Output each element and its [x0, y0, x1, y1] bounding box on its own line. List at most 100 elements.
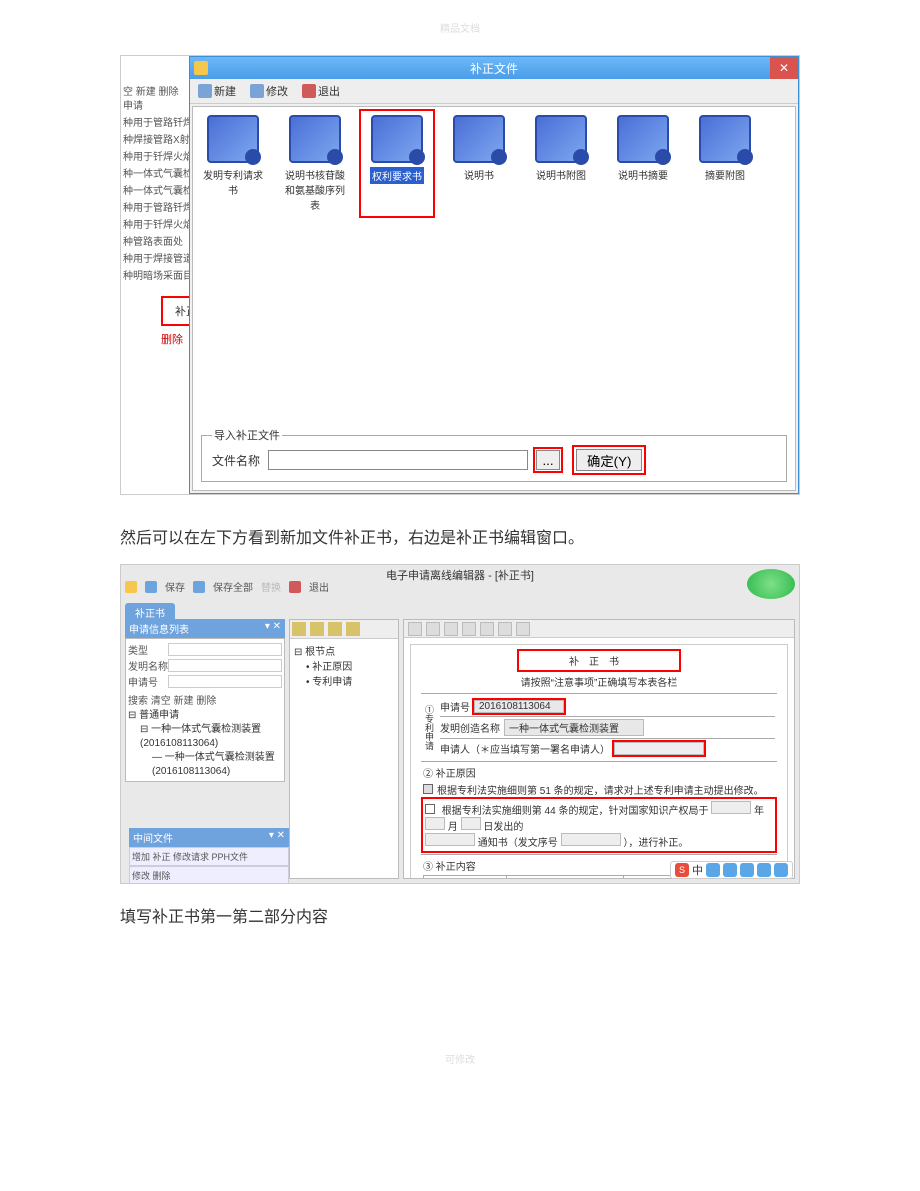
save-button[interactable]: 保存 — [165, 579, 185, 594]
invname-key: 发明创造名称 — [440, 720, 500, 735]
list-item: 种一体式气囊检 — [121, 181, 191, 198]
exit-button[interactable]: 退出 — [296, 81, 346, 101]
section2: ② 补正原因 根据专利法实施细则第 51 条的规定，请求对上述专利申请主动提出修… — [421, 761, 777, 854]
replace-button: 替换 — [261, 579, 281, 594]
ime-icon[interactable] — [740, 863, 754, 877]
list-tools[interactable]: 搜索 清空 新建 删除 — [128, 690, 282, 709]
tool-icon[interactable] — [292, 622, 306, 636]
exit-icon — [302, 84, 316, 98]
year-field[interactable] — [711, 801, 751, 814]
redo-icon[interactable] — [480, 622, 494, 636]
reason-rule44-a: 根据专利法实施细则第 44 条的规定，针对国家知识产权局于 — [442, 806, 709, 817]
invname-value[interactable]: 一种一体式气囊检测装置 — [504, 719, 644, 736]
screenshot-editor: 电子申请离线编辑器 - [补正书] 保存 保存全部 替换 退出 补正书 申请信息… — [120, 564, 800, 884]
pane-controls[interactable]: ▾ ✕ — [265, 621, 281, 636]
pane-controls[interactable]: ▾ ✕ — [269, 830, 285, 845]
ime-icon[interactable] — [723, 863, 737, 877]
cut-icon[interactable] — [408, 622, 422, 636]
ok-button[interactable]: 确定(Y) — [576, 449, 642, 471]
reason-rule51: 根据专利法实施细则第 51 条的规定，请求对上述专利申请主动提出修改。 — [437, 786, 764, 797]
file-type-card[interactable]: 摘要附图 — [693, 115, 757, 212]
checkbox[interactable] — [423, 784, 433, 794]
ime-icon[interactable] — [774, 863, 788, 877]
txt: ），进行补正。 — [623, 838, 688, 849]
tool-icon[interactable] — [346, 622, 360, 636]
section1-label: ①专利申请 — [423, 705, 436, 750]
application-tree[interactable]: ⊟ 普通申请 ⊟ 一种一体式气囊检测装置(2016108113064) — 一种… — [128, 709, 282, 779]
bg-app-list: 申请 种用于管路钎焊 种焊接管路X射 种用于钎焊火焰 种一体式气囊检 种一体式气… — [121, 96, 191, 283]
middle-files-toolbar[interactable]: 增加 补正 修改请求 PPH文件 — [129, 847, 289, 866]
form-subtitle: 请按照“注意事项”正确填写本表各栏 — [421, 674, 777, 689]
form-title: 补正书 — [519, 651, 679, 670]
pane-header: 中间文件 ▾ ✕ — [129, 828, 289, 847]
new-button[interactable]: 新建 — [192, 81, 242, 101]
edit-label: 修改 — [266, 83, 288, 99]
tree-item[interactable]: 补正原因 — [312, 662, 352, 673]
middle-files-toolbar2[interactable]: 修改 删除 — [129, 866, 289, 884]
tool-icon[interactable] — [328, 622, 342, 636]
middle-files-pane: 中间文件 ▾ ✕ 增加 补正 修改请求 PPH文件 修改 删除 补正书 — [129, 828, 289, 884]
editor-top: 电子申请离线编辑器 - [补正书] 保存 保存全部 替换 退出 — [121, 565, 799, 603]
notice-field[interactable] — [425, 833, 475, 846]
tree-item[interactable]: 一种一体式气囊检测装置(2016108113064) — [140, 724, 261, 749]
appno-label: 申请号 — [128, 674, 168, 689]
type-label: 类型 — [128, 642, 168, 657]
day-field[interactable] — [461, 817, 481, 830]
network-monitor-icon — [747, 569, 795, 599]
undo-icon[interactable] — [462, 622, 476, 636]
zoom-icon[interactable] — [498, 622, 512, 636]
modify-button[interactable]: 修改 — [244, 81, 294, 101]
doc-icon — [371, 115, 423, 163]
filename-input[interactable] — [268, 450, 528, 470]
ime-icon[interactable] — [706, 863, 720, 877]
docno-field[interactable] — [561, 833, 621, 846]
ime-bar[interactable]: S 中 — [670, 861, 793, 879]
month-field[interactable] — [425, 817, 445, 830]
appno-input[interactable] — [168, 675, 282, 688]
checkbox[interactable] — [425, 804, 435, 814]
dialog-toolbar: 新建 修改 退出 — [190, 79, 798, 104]
form-paper: 补正书 请按照“注意事项”正确填写本表各栏 ①专利申请 申请号 20161081… — [410, 644, 788, 879]
tree-item[interactable]: 一种一体式气囊检测装置(2016108113064) — [152, 752, 275, 777]
exit-button[interactable]: 退出 — [309, 579, 329, 594]
list-item: 种用于管路钎焊 — [121, 113, 191, 130]
screenshot-dialog: 空 新建 删除 申请 种用于管路钎焊 种焊接管路X射 种用于钎焊火焰 种一体式气… — [120, 55, 800, 495]
dialog-titlebar: 补正文件 ✕ — [190, 57, 798, 79]
app-icon — [194, 61, 208, 75]
ime-icon[interactable] — [757, 863, 771, 877]
th-position: 文件中的位置 — [507, 876, 624, 880]
card-label: 权利要求书 — [370, 167, 424, 184]
file-type-card[interactable]: 说明书附图 — [529, 115, 593, 212]
close-button[interactable]: ✕ — [770, 57, 798, 79]
section2-title: ② 补正原因 — [423, 765, 775, 780]
list-item: 种用于钎焊火焰 — [121, 147, 191, 164]
watermark-bottom: 可修改 — [120, 1051, 800, 1066]
file-type-card[interactable]: 说明书摘要 — [611, 115, 675, 212]
doc-toolbar — [404, 620, 794, 638]
file-type-card-selected[interactable]: 权利要求书 — [365, 115, 429, 212]
app-icon — [125, 581, 137, 593]
file-type-card[interactable]: 发明专利请求书 — [201, 115, 265, 212]
appno-value[interactable]: 2016108113064 — [474, 700, 564, 713]
doc-icon — [207, 115, 259, 163]
outline-tree[interactable]: ⊟ 根节点 • 补正原因 • 专利申请 — [290, 639, 398, 692]
paste-icon[interactable] — [444, 622, 458, 636]
ime-logo-icon: S — [675, 863, 689, 877]
type-select[interactable] — [168, 643, 282, 656]
applicant-value[interactable] — [614, 742, 704, 755]
file-type-card[interactable]: 说明书 — [447, 115, 511, 212]
copy-icon[interactable] — [426, 622, 440, 636]
file-type-card[interactable]: 说明书核苷酸和氨基酸序列表 — [283, 115, 347, 212]
list-item: 种用于钎焊火焰 — [121, 215, 191, 232]
tool-icon[interactable] — [310, 622, 324, 636]
bg-delete-button[interactable]: 删除 — [161, 331, 183, 347]
ime-lang[interactable]: 中 — [692, 862, 703, 878]
outline-toolbar — [290, 620, 398, 639]
print-icon[interactable] — [516, 622, 530, 636]
tree-item[interactable]: 专利申请 — [312, 677, 352, 688]
saveall-button[interactable]: 保存全部 — [213, 579, 253, 594]
list-item: 种用于焊接管道 — [121, 249, 191, 266]
browse-button[interactable]: ... — [536, 450, 560, 470]
tree-root: 根节点 — [305, 647, 335, 658]
name-input[interactable] — [168, 659, 282, 672]
